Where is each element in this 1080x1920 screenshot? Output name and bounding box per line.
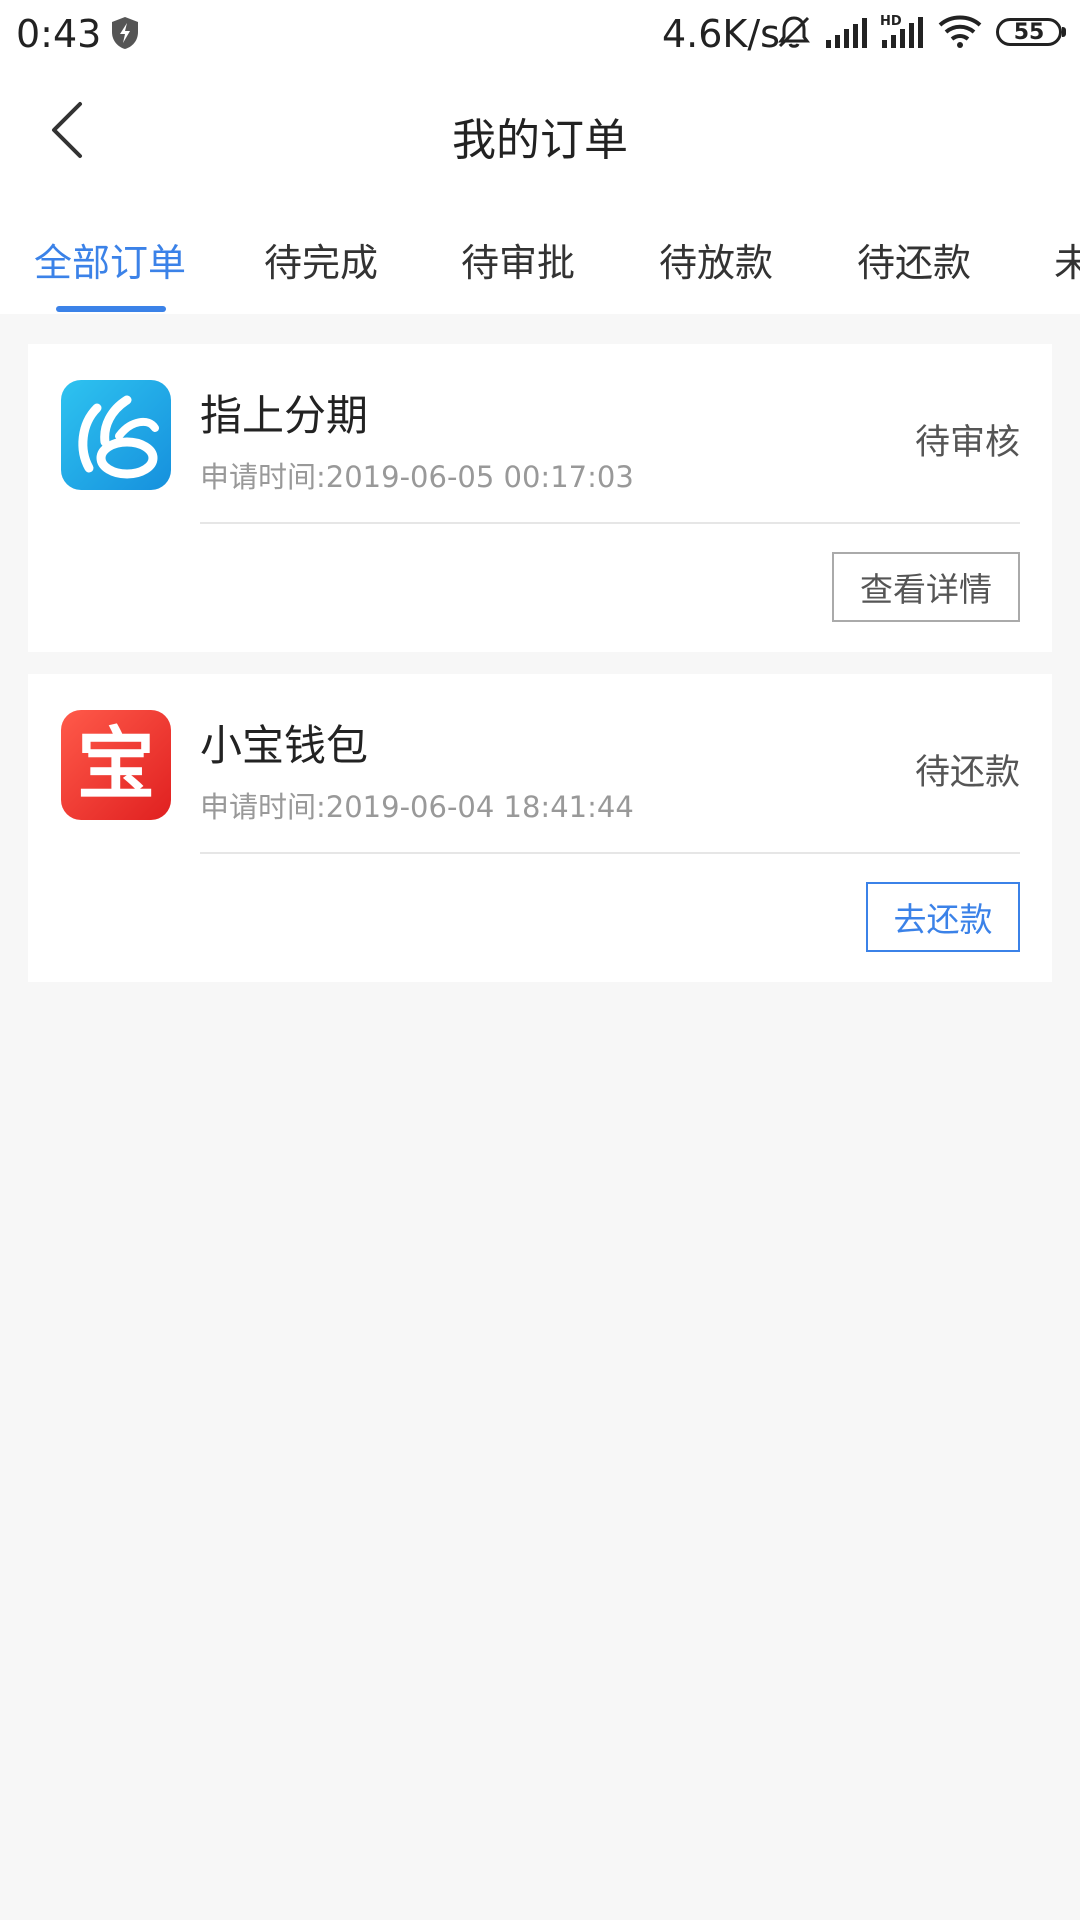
nav-bar: 我的订单 [0, 68, 1080, 198]
order-time: 申请时间:2019-06-04 18:41:44 [200, 790, 634, 824]
order-status: 待还款 [914, 753, 1020, 793]
bell-muted-icon [778, 16, 810, 48]
cellular-signal-hd-icon [882, 17, 923, 48]
tab-pending-approval[interactable]: 待审批 [461, 232, 575, 287]
tab-pending-complete[interactable]: 待完成 [264, 232, 378, 287]
order-name: 小宝钱包 [200, 721, 369, 770]
order-time: 申请时间:2019-06-05 00:17:03 [200, 460, 634, 494]
tab-more-cut[interactable]: 未 [1054, 232, 1080, 287]
page-title: 我的订单 [452, 115, 628, 166]
shield-icon [112, 17, 138, 49]
wifi-icon [938, 15, 982, 48]
cellular-signal-icon [826, 18, 867, 48]
order-card[interactable]: 指上分期 申请时间:2019-06-05 00:17:03 待审核 查看详情 [28, 344, 1052, 652]
network-speed: 4.6K/s [662, 12, 780, 56]
status-bar: 0:43 4.6K/s HD 55 [0, 0, 1080, 68]
zhishang-app-icon [61, 380, 171, 490]
battery-level: 55 [1013, 19, 1045, 45]
tab-pending-repayment[interactable]: 待还款 [857, 232, 971, 287]
tab-bar: 全部订单 待完成 待审批 待放款 待还款 未 [0, 198, 1080, 314]
xiaobao-app-icon: 宝 [61, 710, 171, 820]
xiaobao-icon-glyph: 宝 [76, 720, 155, 810]
order-status: 待审核 [914, 423, 1020, 463]
active-tab-indicator [56, 306, 166, 312]
card-divider [200, 522, 1020, 524]
status-time: 0:43 [16, 12, 102, 56]
tab-all-orders[interactable]: 全部订单 [34, 232, 186, 287]
battery-indicator: 55 [996, 18, 1062, 46]
battery-tip [1062, 27, 1066, 37]
view-details-button[interactable]: 查看详情 [832, 552, 1020, 622]
card-divider [200, 852, 1020, 854]
order-name: 指上分期 [200, 391, 369, 440]
tab-pending-disbursement[interactable]: 待放款 [659, 232, 773, 287]
order-card[interactable]: 宝 小宝钱包 申请时间:2019-06-04 18:41:44 待还款 去还款 [28, 674, 1052, 982]
repay-button[interactable]: 去还款 [866, 882, 1020, 952]
